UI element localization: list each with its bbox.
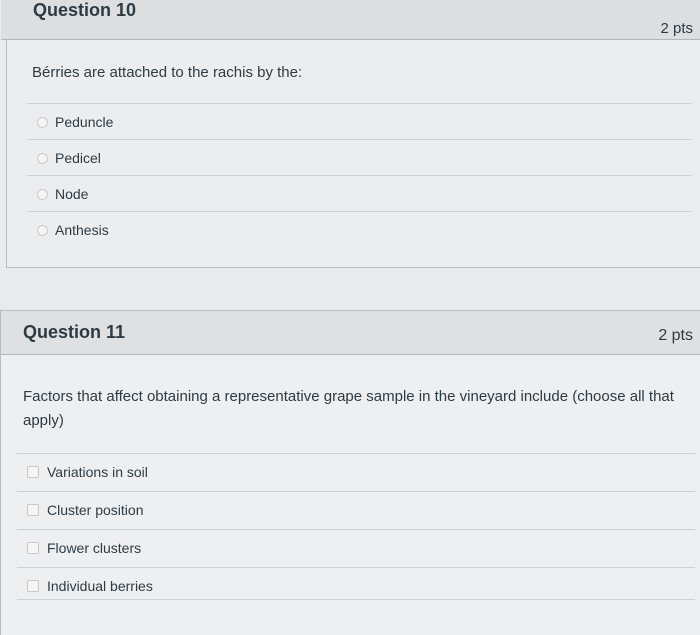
answer-option-variations-in-soil[interactable]: Variations in soil — [17, 453, 695, 491]
question-10-prompt: Bérries are attached to the rachis by th… — [32, 64, 303, 81]
radio-button[interactable] — [37, 189, 48, 200]
question-11-title: Question 11 — [23, 322, 126, 342]
answer-label[interactable]: Cluster position — [47, 502, 144, 518]
answer-label[interactable]: Node — [55, 186, 88, 202]
question-11-points: 2 pts — [658, 327, 693, 344]
question-10-title: Question 10 — [33, 0, 137, 20]
answer-option-node[interactable]: Node — [27, 175, 692, 211]
answer-label[interactable]: Peduncle — [55, 114, 113, 130]
answer-option-flower-clusters[interactable]: Flower clusters — [17, 529, 695, 567]
checkbox[interactable] — [27, 542, 39, 554]
question-10-points: 2 pts — [660, 20, 693, 37]
answer-label[interactable]: Variations in soil — [47, 464, 148, 480]
answer-label[interactable]: Flower clusters — [47, 540, 141, 556]
answer-label[interactable]: Individual berries — [47, 578, 153, 594]
answer-label[interactable]: Anthesis — [55, 222, 109, 238]
radio-button[interactable] — [37, 225, 48, 236]
question-10-header: Question 10 2 pts — [1, 0, 700, 40]
answer-option-pedicel[interactable]: Pedicel — [27, 139, 692, 175]
radio-button[interactable] — [37, 153, 48, 164]
question-11-prompt: Factors that affect obtaining a represen… — [23, 388, 674, 429]
answer-option-cluster-position[interactable]: Cluster position — [17, 491, 695, 529]
question-11-card: Question 11 2 pts Factors that affect ob… — [0, 310, 700, 635]
radio-button[interactable] — [37, 117, 48, 128]
divider — [17, 599, 695, 600]
question-11-header: Question 11 2 pts — [1, 311, 700, 355]
checkbox[interactable] — [27, 504, 39, 516]
answer-option-peduncle[interactable]: Peduncle — [27, 103, 692, 139]
question-10-card: Question 10 2 pts Bérries are attached t… — [1, 0, 700, 268]
quiz-page: Question 10 2 pts Bérries are attached t… — [0, 0, 700, 635]
answer-option-anthesis[interactable]: Anthesis — [27, 211, 692, 247]
answer-label[interactable]: Pedicel — [55, 150, 101, 166]
checkbox[interactable] — [27, 580, 39, 592]
checkbox[interactable] — [27, 466, 39, 478]
